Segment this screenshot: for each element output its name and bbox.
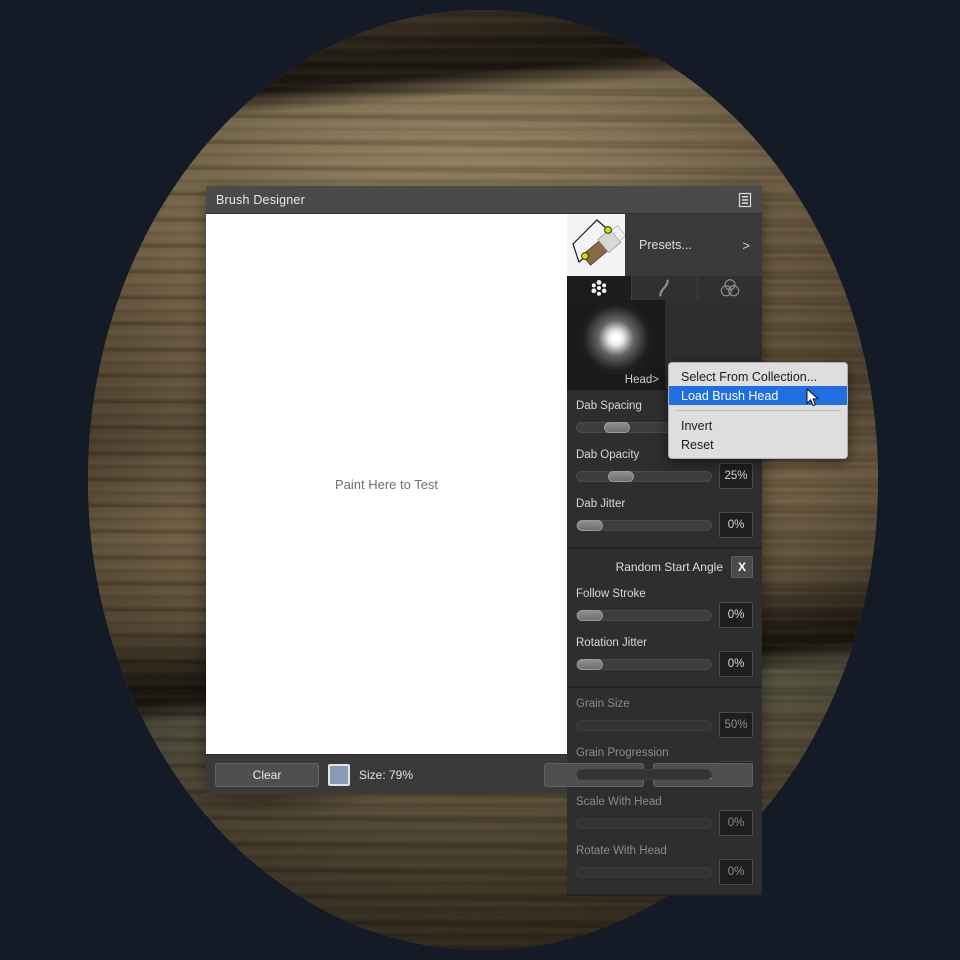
value-dab-jitter[interactable]: 0% (719, 512, 753, 538)
dialog-titlebar[interactable]: Brush Designer (206, 186, 762, 214)
dialog-body: Paint Here to Test Presets... > Head> Da… (206, 214, 762, 896)
control-scale-with-head: Scale With Head 0% (576, 793, 753, 836)
presets-row: Presets... > (567, 214, 762, 276)
slider-scale-with-head (576, 817, 712, 829)
tab-blending[interactable] (697, 276, 762, 300)
control-dab-jitter: Dab Jitter 0% (576, 495, 753, 538)
slider-follow-stroke[interactable] (576, 609, 712, 621)
canvas-hint-label: Paint Here to Test (334, 476, 439, 492)
control-rotate-with-head: Rotate With Head 0% (576, 842, 753, 885)
color-swatch[interactable] (328, 763, 350, 786)
angle-group: Random Start Angle X Follow Stroke 0% Ro… (567, 549, 762, 688)
label-rotation-jitter: Rotation Jitter (576, 636, 647, 649)
menu-item-reset[interactable]: Reset (669, 435, 847, 454)
label-dab-opacity: Dab Opacity (576, 448, 640, 461)
presets-button[interactable]: Presets... > (625, 214, 762, 276)
menu-separator (675, 410, 841, 411)
label-grain-progression: Grain Progression (576, 746, 669, 759)
label-random-start-angle: Random Start Angle (615, 560, 723, 574)
slider-dab-jitter[interactable] (576, 519, 712, 531)
dialog-title: Brush Designer (216, 192, 305, 207)
slider-grain-progression (576, 768, 712, 780)
menu-item-load-brush-head[interactable]: Load Brush Head (669, 386, 847, 405)
menu-item-select-from-collection[interactable]: Select From Collection... (669, 367, 847, 386)
presets-label: Presets... (639, 238, 692, 252)
dots-cluster-icon (591, 280, 607, 296)
control-follow-stroke: Follow Stroke 0% (576, 585, 753, 628)
s-curve-icon (659, 279, 670, 297)
list-menu-icon[interactable] (736, 191, 754, 209)
brush-head-context-menu: Select From Collection... Load Brush Hea… (668, 362, 848, 459)
screen: Brush Designer Paint Here to Test Preset… (0, 0, 960, 960)
label-dab-jitter: Dab Jitter (576, 497, 626, 510)
value-rotation-jitter[interactable]: 0% (719, 651, 753, 677)
mouse-cursor (806, 388, 820, 407)
value-follow-stroke[interactable]: 0% (719, 602, 753, 628)
grain-group: Grain Size 50% Grain Progression 0% (567, 688, 762, 896)
brush-designer-dialog: Brush Designer Paint Here to Test Preset… (206, 186, 762, 896)
slider-dab-opacity[interactable] (576, 470, 712, 482)
brush-tool-thumbnail[interactable] (567, 214, 625, 276)
settings-panel: Presets... > Head> Dab Spacing Dab Opaci… (567, 214, 762, 896)
slider-rotate-with-head (576, 866, 712, 878)
tab-dynamics[interactable] (632, 276, 698, 300)
brush-head-preview[interactable]: Head> (567, 300, 665, 390)
random-start-angle-row: Random Start Angle X (576, 556, 753, 578)
paint-test-canvas[interactable]: Paint Here to Test (206, 214, 567, 754)
label-dab-spacing: Dab Spacing (576, 399, 642, 412)
value-rotate-with-head: 0% (719, 859, 753, 885)
control-grain-size: Grain Size 50% (576, 695, 753, 738)
clear-button[interactable]: Clear (215, 762, 319, 787)
label-rotate-with-head: Rotate With Head (576, 844, 667, 857)
slider-grain-size (576, 719, 712, 731)
slider-rotation-jitter[interactable] (576, 658, 712, 670)
label-grain-size: Grain Size (576, 697, 630, 710)
label-follow-stroke: Follow Stroke (576, 587, 646, 600)
value-grain-size: 50% (719, 712, 753, 738)
control-rotation-jitter: Rotation Jitter 0% (576, 634, 753, 677)
tab-dab-properties[interactable] (567, 276, 633, 300)
value-scale-with-head: 0% (719, 810, 753, 836)
checkbox-random-start-angle[interactable]: X (731, 556, 753, 578)
menu-item-invert[interactable]: Invert (669, 416, 847, 435)
label-scale-with-head: Scale With Head (576, 795, 662, 808)
size-label: Size: 79% (359, 767, 414, 782)
brush-head-label[interactable]: Head> (625, 374, 659, 386)
soft-round-brush-preview (579, 300, 653, 375)
overlapping-circles-icon (720, 279, 740, 297)
chevron-right-icon: > (742, 237, 750, 253)
panel-tabs (567, 276, 762, 300)
value-dab-opacity[interactable]: 25% (719, 463, 753, 489)
